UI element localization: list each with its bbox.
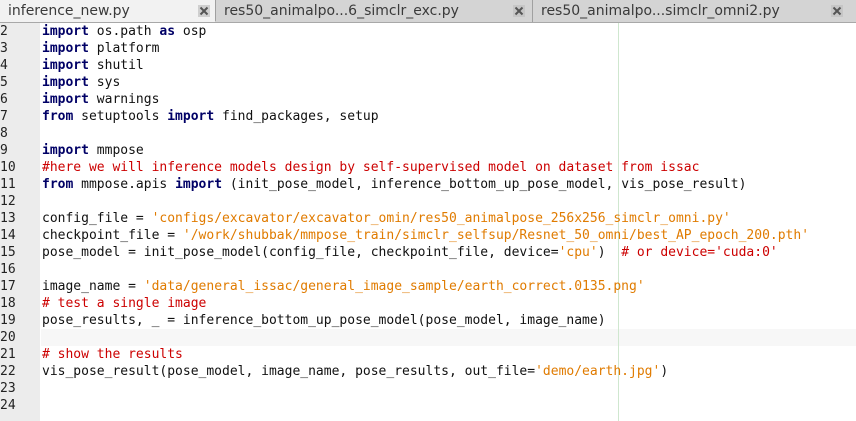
code-line: # show the results (42, 346, 183, 363)
code-text: pose_results, _ = inference_bottom_up_po… (42, 313, 606, 328)
code-line: import os.path as osp (42, 23, 206, 40)
tab-label: inference_new.py (8, 3, 130, 19)
line-number: 2 (0, 24, 8, 39)
code-line: #here we will inference models design by… (42, 159, 699, 176)
code-line: import platform (42, 40, 159, 57)
line-number: 20 (0, 330, 16, 345)
code-line: # test a single image (42, 295, 206, 312)
line-number: 7 (0, 109, 8, 124)
tab-label: res50_animalpo...simclr_omni2.py (541, 3, 780, 19)
code-line: from setuptools import find_packages, se… (42, 108, 379, 125)
code-line: config_file = 'configs/excavator/excavat… (42, 210, 731, 227)
current-line-highlight (41, 329, 856, 346)
line-number-gutter: 2 3 4 5 6 7 8 9 10 11 12 13 14 15 16 17 … (0, 23, 40, 421)
keyword: import (42, 143, 89, 158)
comment: # show the results (42, 347, 183, 362)
code-text: find_packages, setup (214, 109, 379, 124)
code-text: mmpose.apis (73, 177, 176, 192)
string-literal: 'cpu' (558, 245, 598, 260)
code-line: import warnings (42, 91, 159, 108)
code-text: checkpoint_file = (42, 228, 183, 243)
tab-inference-new[interactable]: inference_new.py (0, 0, 216, 22)
code-line: import shutil (42, 57, 144, 74)
code-text: warnings (88, 92, 160, 107)
line-number: 3 (0, 41, 8, 56)
line-number: 13 (0, 211, 16, 226)
keyword: import (175, 177, 223, 192)
close-icon[interactable] (830, 4, 844, 18)
keyword: from (42, 109, 74, 124)
tab-label: res50_animalpo...6_simclr_exc.py (224, 3, 459, 19)
string-literal: 'data/general_issac/general_image_sample… (143, 279, 645, 294)
code-line: vis_pose_result(pose_model, image_name, … (42, 363, 668, 380)
code-text: image_name = (42, 279, 144, 294)
code-line: pose_model = init_pose_model(config_file… (42, 244, 778, 261)
code-text: os.path (88, 24, 160, 39)
line-number: 4 (0, 58, 8, 73)
keyword: import (42, 24, 89, 39)
comment: # or device='cuda:0' (621, 245, 778, 260)
code-line: import mmpose (42, 142, 144, 159)
tab-res50-omni2[interactable]: res50_animalpo...simclr_omni2.py (533, 0, 856, 22)
close-icon[interactable] (512, 4, 526, 18)
line-number: 12 (0, 194, 16, 209)
keyword: as (159, 24, 176, 39)
line-number: 6 (0, 92, 8, 107)
code-text: pose_model = init_pose_model(config_file… (42, 245, 559, 260)
code-text: mmpose (88, 143, 144, 158)
string-literal: '/work/shubbak/mmpose_train/simclr_selfs… (182, 228, 810, 243)
line-number: 10 (0, 160, 16, 175)
line-number: 14 (0, 228, 16, 243)
code-text: sys (88, 75, 121, 90)
keyword: import (167, 109, 215, 124)
code-line: import sys (42, 74, 120, 91)
line-number: 8 (0, 126, 8, 141)
line-number: 9 (0, 143, 8, 158)
line-number: 22 (0, 364, 16, 379)
line-number: 18 (0, 296, 16, 311)
keyword: import (42, 92, 89, 107)
close-icon[interactable] (197, 4, 211, 18)
comment: # test a single image (42, 296, 207, 311)
keyword: import (42, 75, 89, 90)
code-line: from mmpose.apis import (init_pose_model… (42, 176, 746, 193)
code-text: (init_pose_model, inference_bottom_up_po… (222, 177, 747, 192)
code-text: shutil (88, 58, 144, 73)
keyword: import (42, 58, 89, 73)
code-text: setuptools (73, 109, 168, 124)
code-text: osp (175, 24, 207, 39)
line-number: 16 (0, 262, 16, 277)
code-line: pose_results, _ = inference_bottom_up_po… (42, 312, 606, 329)
line-number: 5 (0, 75, 8, 90)
code-line: checkpoint_file = '/work/shubbak/mmpose_… (42, 227, 809, 244)
line-number: 11 (0, 177, 16, 192)
code-text: config_file = (42, 211, 152, 226)
string-literal: 'configs/excavator/excavator_omin/res50_… (151, 211, 731, 226)
keyword: from (42, 177, 74, 192)
code-line: image_name = 'data/general_issac/general… (42, 278, 645, 295)
line-number: 15 (0, 245, 16, 260)
line-number: 19 (0, 313, 16, 328)
line-number: 17 (0, 279, 16, 294)
code-text: platform (88, 41, 160, 56)
code-text: ) (597, 245, 622, 260)
line-number: 21 (0, 347, 16, 362)
tab-bar: inference_new.py res50_animalpo...6_simc… (0, 0, 856, 23)
keyword: import (42, 41, 89, 56)
string-literal: 'demo/earth.jpg' (535, 364, 661, 379)
tab-res50-exc[interactable]: res50_animalpo...6_simclr_exc.py (216, 0, 533, 22)
code-text: vis_pose_result(pose_model, image_name, … (42, 364, 536, 379)
comment: #here we will inference models design by… (42, 160, 700, 175)
line-number: 24 (0, 398, 16, 413)
line-number: 23 (0, 381, 16, 396)
code-text: ) (660, 364, 669, 379)
